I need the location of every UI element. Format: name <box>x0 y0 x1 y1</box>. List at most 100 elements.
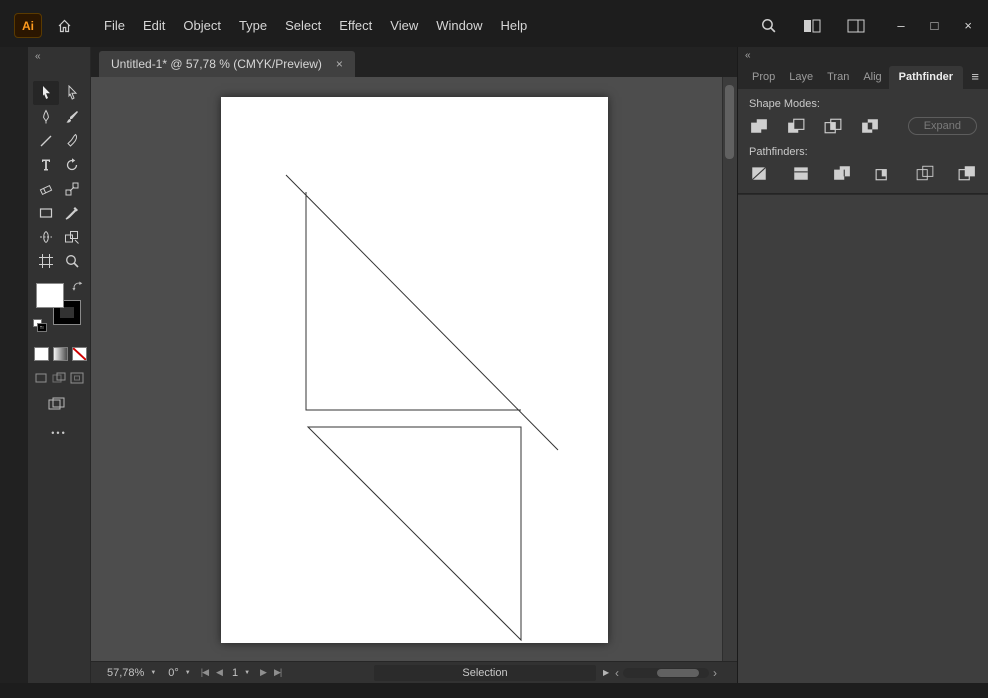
horizontal-scrollbar-thumb[interactable] <box>657 669 699 677</box>
document-tab[interactable]: Untitled-1* @ 57,78 % (CMYK/Preview) × <box>99 51 355 77</box>
panel-menu-icon[interactable]: ≡ <box>971 69 979 84</box>
menu-effect[interactable]: Effect <box>330 18 381 33</box>
blob-brush-tool[interactable] <box>59 129 85 153</box>
tab-pathfinder[interactable]: Pathfinder <box>888 66 964 89</box>
screen-mode-button[interactable] <box>48 397 90 415</box>
zoom-value: 57,78% <box>107 666 145 679</box>
artboard[interactable] <box>221 97 608 643</box>
menu-select[interactable]: Select <box>276 18 330 33</box>
draw-behind-icon[interactable] <box>52 372 66 384</box>
last-artboard-button[interactable]: ▶| <box>270 667 285 678</box>
pathfinder-panel: Shape Modes: Expand Pathfinders: <box>738 89 988 194</box>
menu-file[interactable]: File <box>95 18 134 33</box>
minus-front-button[interactable] <box>786 118 806 134</box>
pathfinders-label: Pathfinders: <box>749 146 808 158</box>
horizontal-scrollbar-track[interactable] <box>623 668 709 678</box>
arrange-documents-button[interactable] <box>803 19 821 33</box>
color-button[interactable] <box>34 347 49 361</box>
default-fill-stroke-icon[interactable] <box>33 319 48 333</box>
crop-button[interactable] <box>874 165 894 181</box>
vertical-scrollbar[interactable] <box>722 77 737 661</box>
next-artboard-button[interactable]: ▶ <box>256 667 270 678</box>
dock-collapse-button[interactable]: « <box>745 50 988 63</box>
line-segment-tool[interactable] <box>33 129 59 153</box>
edit-toolbar-button[interactable]: ••• <box>28 428 90 438</box>
document-setup-button[interactable] <box>847 19 865 33</box>
zoom-select[interactable]: 57,78% ▼ <box>101 667 162 679</box>
zoom-tool-icon <box>66 255 79 268</box>
exclude-button[interactable] <box>860 118 880 134</box>
tool-grid <box>28 81 90 273</box>
panel-tabs: Prop Laye Tran Alig Pathfinder ≡ <box>745 63 988 89</box>
horizontal-scrollbar[interactable]: ‹ › <box>615 665 731 681</box>
canvas[interactable] <box>91 77 737 661</box>
tab-transform[interactable]: Tran <box>820 66 856 89</box>
expand-button[interactable]: Expand <box>907 117 977 135</box>
none-button[interactable] <box>72 347 87 361</box>
shape-builder-tool[interactable] <box>59 225 85 249</box>
unite-button[interactable] <box>749 118 769 134</box>
maximize-button[interactable]: □ <box>931 19 939 32</box>
document-tab-close-icon[interactable]: × <box>336 57 343 71</box>
direct-selection-tool[interactable] <box>59 81 85 105</box>
menu-type[interactable]: Type <box>230 18 276 33</box>
status-menu-icon[interactable]: ▶ <box>603 668 609 677</box>
swap-fill-stroke-icon[interactable] <box>72 281 83 292</box>
selection-tool[interactable] <box>33 81 59 105</box>
scroll-left-icon[interactable]: ‹ <box>615 667 619 679</box>
eyedropper-tool[interactable] <box>59 201 85 225</box>
fill-swatch[interactable] <box>36 283 64 308</box>
rotation-select[interactable]: 0° ▼ <box>162 667 196 679</box>
divide-button[interactable] <box>749 165 769 181</box>
minus-back-button[interactable] <box>957 165 977 181</box>
window-controls: – □ × <box>897 19 972 32</box>
previous-artboard-button[interactable]: ◀ <box>212 667 226 678</box>
search-button[interactable] <box>760 17 777 34</box>
eraser-tool[interactable] <box>33 177 59 201</box>
intersect-button[interactable] <box>823 118 843 134</box>
pen-tool[interactable] <box>33 105 59 129</box>
exclude-icon <box>862 119 878 133</box>
document-area: Untitled-1* @ 57,78 % (CMYK/Preview) × 5… <box>90 47 737 683</box>
outline-button[interactable] <box>915 165 935 181</box>
rectangle-tool-icon <box>39 208 53 218</box>
trim-button[interactable] <box>791 165 811 181</box>
close-button[interactable]: × <box>964 19 972 32</box>
type-tool[interactable] <box>33 153 59 177</box>
vertical-scrollbar-thumb[interactable] <box>725 85 734 159</box>
shape-modes-row: Expand <box>749 117 977 135</box>
menu-edit[interactable]: Edit <box>134 18 174 33</box>
minimize-button[interactable]: – <box>897 19 904 32</box>
gradient-button[interactable] <box>53 347 68 361</box>
scale-tool-icon <box>65 182 79 196</box>
right-dock: « Prop Laye Tran Alig Pathfinder ≡ Shape… <box>737 47 988 683</box>
menu-object[interactable]: Object <box>174 18 230 33</box>
rotate-tool[interactable] <box>59 153 85 177</box>
trim-icon <box>793 167 808 180</box>
home-button[interactable] <box>56 18 73 34</box>
tab-properties[interactable]: Prop <box>745 66 782 89</box>
home-icon <box>58 19 71 32</box>
width-tool[interactable] <box>33 225 59 249</box>
menu-view[interactable]: View <box>381 18 427 33</box>
draw-inside-icon[interactable] <box>70 372 84 384</box>
merge-button[interactable] <box>832 165 852 181</box>
tab-layers[interactable]: Laye <box>782 66 820 89</box>
artboard-select[interactable]: 1 ▼ <box>226 667 256 679</box>
menu-window[interactable]: Window <box>427 18 491 33</box>
toolbar-collapse-button[interactable]: « <box>28 47 90 67</box>
main-area: « ••• Untitled-1* @ 57,78 % (CMYK/Previe… <box>0 47 988 683</box>
scale-tool[interactable] <box>59 177 85 201</box>
paintbrush-tool[interactable] <box>59 105 85 129</box>
search-icon <box>762 19 776 33</box>
rectangle-tool[interactable] <box>33 201 59 225</box>
menu-help[interactable]: Help <box>491 18 536 33</box>
artboard-tool[interactable] <box>33 249 59 273</box>
scroll-right-icon[interactable]: › <box>713 667 717 679</box>
pathfinders-row <box>749 165 977 181</box>
draw-normal-icon[interactable] <box>34 372 48 384</box>
eraser-tool-icon <box>39 184 53 196</box>
tab-align[interactable]: Alig <box>856 66 888 89</box>
first-artboard-button[interactable]: |◀ <box>197 667 212 678</box>
zoom-tool[interactable] <box>59 249 85 273</box>
